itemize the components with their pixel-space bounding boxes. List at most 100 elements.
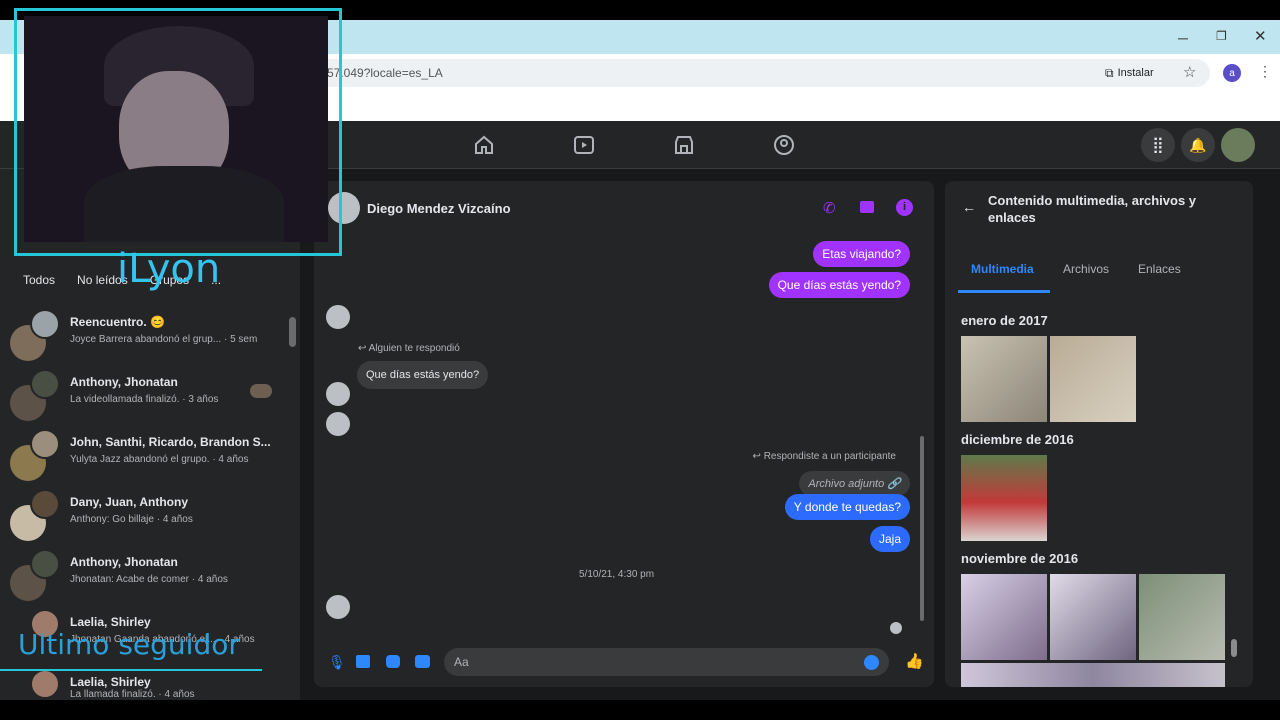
message-in: Que días estás yendo? — [357, 361, 489, 389]
reply-note: ↩ Respondiste a un participante — [752, 451, 896, 462]
media-thumbnail[interactable] — [1050, 336, 1136, 422]
emoji-icon[interactable] — [864, 655, 879, 670]
webcam-feed — [24, 16, 328, 242]
scroll-thumb[interactable] — [1231, 639, 1237, 657]
message-input[interactable]: Aa — [444, 648, 889, 676]
home-icon[interactable] — [472, 133, 496, 157]
chat-preview: La videollamada finalizó. · 3 años — [70, 394, 219, 405]
groups-icon[interactable] — [772, 133, 796, 157]
follower-line — [0, 669, 262, 671]
list-item[interactable]: John, Santhi, Ricardo, Brandon S... Yuly… — [10, 429, 280, 495]
restore-icon[interactable]: ❐ — [1216, 29, 1227, 43]
minimize-icon[interactable]: ─ — [1178, 30, 1188, 46]
reply-note-text: Respondiste a un participante — [763, 451, 896, 462]
avatar — [326, 412, 350, 436]
account-avatar[interactable] — [1221, 128, 1255, 162]
avatar — [30, 309, 60, 339]
install-label: Instalar — [1117, 67, 1154, 79]
chat-name: Laelia, Shirley — [70, 615, 151, 629]
avatar — [326, 595, 350, 619]
tab-enlaces[interactable]: Enlaces — [1138, 262, 1181, 276]
attachment-reference[interactable]: Archivo adjunto 🔗 — [799, 471, 910, 496]
media-thumbnail[interactable] — [961, 336, 1047, 422]
profile-initial: a — [1229, 67, 1235, 79]
avatar — [30, 429, 60, 459]
conversation-panel: Diego Mendez Vizcaíno ✆ i Etas viajando?… — [314, 181, 934, 687]
media-panel: ← Contenido multimedia, archivos y enlac… — [945, 181, 1253, 687]
avatar — [326, 382, 350, 406]
media-thumbnail[interactable] — [961, 455, 1047, 541]
chat-preview: Anthony: Go billaje · 4 años — [70, 514, 193, 525]
notifications-button[interactable]: 🔔 — [1181, 128, 1215, 162]
gif-icon[interactable] — [415, 655, 430, 668]
month-header: noviembre de 2016 — [961, 551, 1079, 566]
media-thumbnail[interactable] — [1050, 574, 1136, 660]
media-thumbnail[interactable] — [1139, 574, 1225, 660]
list-item[interactable]: Dany, Juan, Anthony Anthony: Go billaje … — [10, 489, 280, 555]
seen-avatar — [890, 622, 902, 634]
conversation-scrollbar[interactable] — [919, 236, 925, 621]
contact-name[interactable]: Diego Mendez Vizcaíno — [367, 201, 511, 216]
timestamp: 5/10/21, 4:30 pm — [579, 569, 655, 580]
bookmark-star-icon[interactable]: ☆ — [1183, 63, 1196, 81]
media-thumbnail[interactable] — [961, 574, 1047, 660]
reply-note-text: Alguien te respondió — [368, 343, 460, 354]
tab-multimedia[interactable]: Multimedia — [971, 262, 1034, 276]
last-follower-label: Ultimo seguidor — [18, 628, 240, 661]
avatar — [326, 305, 350, 329]
video-icon[interactable] — [572, 133, 596, 157]
bell-icon: 🔔 — [1189, 136, 1207, 153]
marketplace-icon[interactable] — [672, 133, 696, 157]
list-item[interactable]: Anthony, Jhonatan Jhonatan: Acabe de com… — [10, 549, 280, 615]
chat-name: Anthony, Jhonatan — [70, 555, 178, 569]
avatar — [30, 369, 60, 399]
list-item[interactable]: Laelia, Shirley La llamada finalizó. · 4… — [10, 669, 280, 700]
chat-preview: La llamada finalizó. · 4 años — [70, 689, 195, 700]
image-icon[interactable] — [356, 655, 370, 668]
media-thumbnail-row[interactable] — [961, 663, 1225, 687]
close-icon[interactable]: ✕ — [1254, 27, 1267, 45]
list-item[interactable]: Anthony, Jhonatan La videollamada finali… — [10, 369, 280, 435]
info-icon[interactable]: i — [896, 199, 913, 216]
seen-avatars — [250, 384, 272, 398]
chat-preview: Yulyta Jazz abandonó el grupo. · 4 años — [70, 454, 249, 465]
month-header: diciembre de 2016 — [961, 432, 1074, 447]
install-icon: ⧉ — [1105, 65, 1114, 80]
chat-name: Anthony, Jhonatan — [70, 375, 178, 389]
chat-name: Dany, Juan, Anthony — [70, 495, 189, 509]
list-item[interactable]: Reencuentro. 😊 Joyce Barrera abandonó el… — [10, 309, 280, 375]
install-button[interactable]: ⧉ Instalar — [1105, 63, 1171, 83]
chat-list-scrollbar[interactable] — [289, 317, 296, 347]
message-placeholder: Aa — [454, 655, 469, 669]
chat-name: Reencuentro. 😊 — [70, 315, 165, 329]
shoulders-shape — [84, 166, 284, 242]
message-out: Etas viajando? — [813, 241, 910, 267]
message-out: Y donde te quedas? — [784, 494, 910, 520]
phone-icon[interactable]: ✆ — [823, 199, 836, 217]
filter-all[interactable]: Todos — [23, 273, 55, 287]
message-out: Que días estás yendo? — [768, 272, 910, 298]
media-panel-title: Contenido multimedia, archivos y enlaces — [988, 193, 1197, 225]
avatar — [30, 669, 60, 699]
profile-avatar[interactable]: a — [1223, 64, 1241, 82]
browser-menu-icon[interactable]: ⋮ — [1258, 63, 1272, 80]
streamer-name: iLyon — [117, 246, 221, 292]
month-header: enero de 2017 — [961, 313, 1048, 328]
reply-note: ↩ Alguien te respondió — [358, 343, 460, 354]
avatar — [30, 549, 60, 579]
message-out: Jaja — [869, 526, 910, 552]
active-tab-indicator — [958, 290, 1050, 293]
microphone-icon[interactable]: 🎙 — [328, 654, 346, 671]
scroll-thumb[interactable] — [920, 436, 924, 621]
grid-icon: ⣿ — [1152, 137, 1164, 154]
video-call-icon[interactable] — [860, 201, 874, 213]
thumbs-up-icon[interactable]: 👍 — [905, 652, 924, 670]
media-scrollbar[interactable] — [1231, 309, 1237, 659]
url-text: 57.049?locale=es_LA — [327, 66, 443, 80]
tab-archivos[interactable]: Archivos — [1063, 262, 1109, 276]
menu-grid-button[interactable]: ⣿ — [1141, 128, 1175, 162]
sticker-icon[interactable] — [386, 655, 400, 668]
back-arrow-icon[interactable]: ← — [962, 199, 976, 215]
chat-preview: Jhonatan: Acabe de comer · 4 años — [70, 574, 228, 585]
chat-preview: Joyce Barrera abandonó el grup... · 5 se… — [70, 334, 258, 345]
